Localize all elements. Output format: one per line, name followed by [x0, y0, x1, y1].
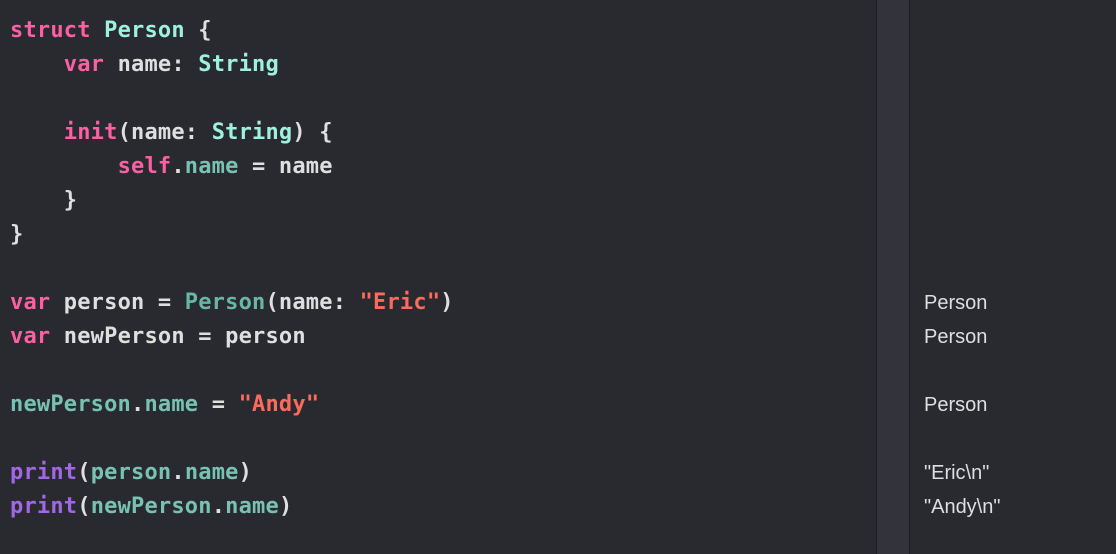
result-line: [924, 116, 1102, 150]
result-line: [924, 82, 1102, 116]
result-line: [924, 218, 1102, 252]
result-value[interactable]: Person: [924, 286, 1102, 320]
type-string: String: [198, 52, 279, 77]
type-person: Person: [104, 18, 185, 43]
code-line: }: [10, 218, 866, 252]
code-line: [10, 82, 866, 116]
code-line: var person = Person(name: "Eric"): [10, 286, 866, 320]
result-line: [924, 48, 1102, 82]
fn-print: print: [10, 460, 77, 485]
code-line: var newPerson = person: [10, 320, 866, 354]
result-line: [924, 150, 1102, 184]
result-value[interactable]: Person: [924, 320, 1102, 354]
code-line: }: [10, 184, 866, 218]
string-literal: "Andy": [239, 392, 320, 417]
result-line: [924, 252, 1102, 286]
result-value[interactable]: "Eric\n": [924, 456, 1102, 490]
result-value[interactable]: Person: [924, 388, 1102, 422]
code-line: [10, 422, 866, 456]
result-line: [924, 184, 1102, 218]
code-line: print(person.name): [10, 456, 866, 490]
string-literal: "Eric": [360, 290, 441, 315]
keyword-var: var: [64, 52, 104, 77]
ctor-person: Person: [185, 290, 266, 315]
code-line: struct Person {: [10, 14, 866, 48]
code-line: var name: String: [10, 48, 866, 82]
result-line: [924, 14, 1102, 48]
results-gutter: [876, 0, 910, 554]
keyword-self: self: [118, 154, 172, 179]
code-line: [10, 252, 866, 286]
results-sidebar[interactable]: PersonPersonPerson"Eric\n""Andy\n": [910, 0, 1116, 554]
playground-container: struct Person { var name: String init(na…: [0, 0, 1116, 554]
result-line: [924, 354, 1102, 388]
code-line: self.name = name: [10, 150, 866, 184]
code-line: [10, 354, 866, 388]
code-editor[interactable]: struct Person { var name: String init(na…: [0, 0, 876, 554]
result-line: [924, 422, 1102, 456]
code-line: init(name: String) {: [10, 116, 866, 150]
code-line: newPerson.name = "Andy": [10, 388, 866, 422]
fn-print: print: [10, 494, 77, 519]
keyword-init: init: [64, 120, 118, 145]
keyword-struct: struct: [10, 18, 91, 43]
result-value[interactable]: "Andy\n": [924, 490, 1102, 524]
code-line: print(newPerson.name): [10, 490, 866, 524]
